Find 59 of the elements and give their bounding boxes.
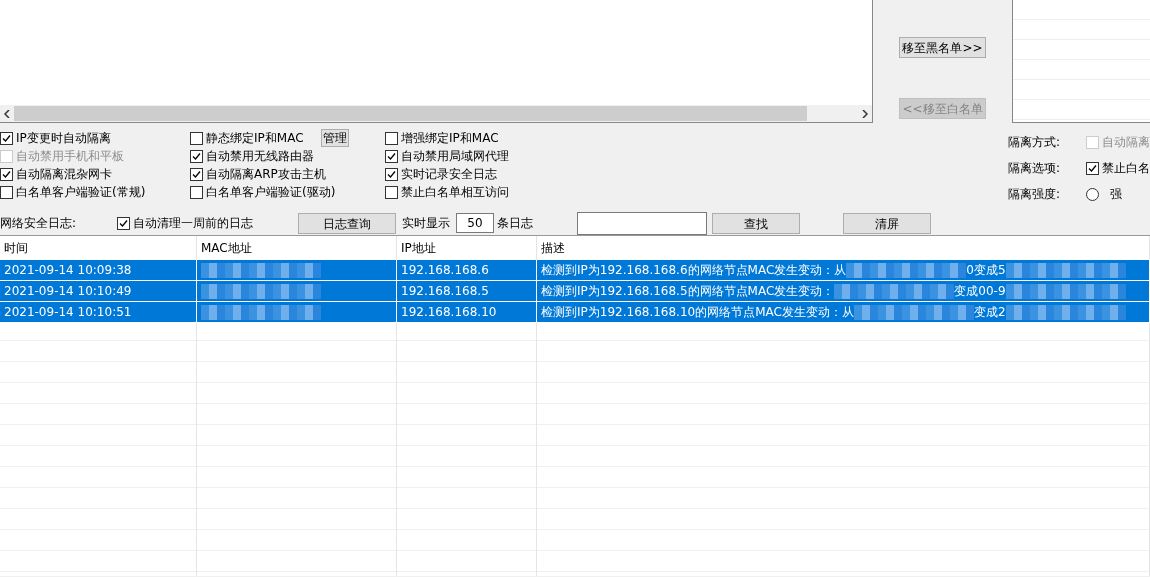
table-cell: 2021-09-14 10:10:51 <box>4 305 132 319</box>
table-cell: 192.168.168.6 <box>401 263 489 277</box>
table-cell: 2021-09-14 10:10:49 <box>4 284 132 298</box>
option-label: 隔离选项: <box>1008 159 1062 177</box>
horizontal-scrollbar[interactable] <box>0 105 872 122</box>
description-middle: 0变成5 <box>966 261 1006 279</box>
checkbox-label: 禁止白名单相互访问 <box>401 183 509 201</box>
option-text: 禁止白名 <box>1102 159 1150 177</box>
checkbox-label: 白名单客户端验证(常规) <box>16 183 146 201</box>
option-text: 自动隔离 <box>1102 133 1150 151</box>
table-row[interactable]: 2021-09-14 10:10:51 192.168.168.10 检测到IP为192.168.168.10的网络节点MAC发生变动：从 变成2 <box>0 302 1150 323</box>
checkbox[interactable] <box>0 185 13 199</box>
checkbox[interactable] <box>0 131 13 145</box>
checkbox-label: 增强绑定IP和MAC <box>401 129 499 147</box>
checkbox[interactable] <box>385 185 398 199</box>
checkbox[interactable] <box>1086 161 1099 175</box>
checkbox[interactable] <box>385 149 398 163</box>
description-middle: 变成00-9 <box>954 282 1006 300</box>
table-row[interactable]: 2021-09-14 10:09:38 192.168.168.6 检测到IP为192.168.168.6的网络节点MAC发生变动：从 0变成5 <box>0 260 1150 281</box>
find-button[interactable]: 查找 <box>712 212 800 234</box>
realtime-suffix: 条日志 <box>497 214 533 232</box>
option-label: 隔离强度: <box>1008 185 1062 203</box>
checkbox[interactable] <box>190 167 203 181</box>
checkbox-label: 静态绑定IP和MAC <box>206 129 304 147</box>
description-start: 检测到IP为192.168.168.6的网络节点MAC发生变动：从 <box>541 261 847 279</box>
checkbox-label: IP变更时自动隔离 <box>16 129 111 147</box>
log-query-button[interactable]: 日志查询 <box>298 212 396 234</box>
checkbox-label: 自动清理一周前的日志 <box>133 214 253 232</box>
checkbox-label: 自动隔离混杂网卡 <box>16 165 112 183</box>
checkbox[interactable] <box>385 131 398 145</box>
realtime-label: 实时显示 <box>402 214 450 232</box>
checkbox-label: 自动禁用无线路由器 <box>206 147 314 165</box>
move-to-blacklist-button[interactable]: 移至黑名单>> <box>899 37 986 58</box>
checkbox-label: 自动隔离ARP攻击主机 <box>206 165 326 183</box>
table-cell: 192.168.168.10 <box>401 305 497 319</box>
description-start: 检测到IP为192.168.168.10的网络节点MAC发生变动：从 <box>541 303 854 321</box>
checkbox-label: 白名单客户端验证(驱动) <box>206 183 336 201</box>
checkbox-label: 实时记录安全日志 <box>401 165 497 183</box>
table-cell: 2021-09-14 10:09:38 <box>4 263 132 277</box>
checkbox-label: 自动禁用手机和平板 <box>16 147 124 165</box>
radio-button[interactable] <box>1086 187 1099 201</box>
checkbox[interactable] <box>190 185 203 199</box>
checkbox[interactable] <box>190 131 203 145</box>
manage-button[interactable]: 管理 <box>320 129 349 147</box>
option-text: 强 <box>1110 185 1122 203</box>
search-field[interactable] <box>577 211 707 235</box>
option-label: 隔离方式: <box>1008 133 1062 151</box>
checkbox[interactable] <box>385 167 398 181</box>
clear-screen-button[interactable]: 清屏 <box>843 212 931 234</box>
checkbox[interactable] <box>190 149 203 163</box>
description-start: 检测到IP为192.168.168.5的网络节点MAC发生变动： <box>541 282 835 300</box>
checkbox-label: 自动禁用局域网代理 <box>401 147 509 165</box>
log-label: 网络安全日志: <box>0 214 78 232</box>
checkbox[interactable] <box>117 216 130 230</box>
checkbox[interactable] <box>0 167 13 181</box>
description-middle: 变成2 <box>973 303 1006 321</box>
count-field[interactable]: 50 <box>456 213 494 233</box>
table-row[interactable]: 2021-09-14 10:10:49 192.168.168.5 检测到IP为192.168.168.5的网络节点MAC发生变动： 变成00-9 <box>0 281 1150 302</box>
table-cell: 192.168.168.5 <box>401 284 489 298</box>
